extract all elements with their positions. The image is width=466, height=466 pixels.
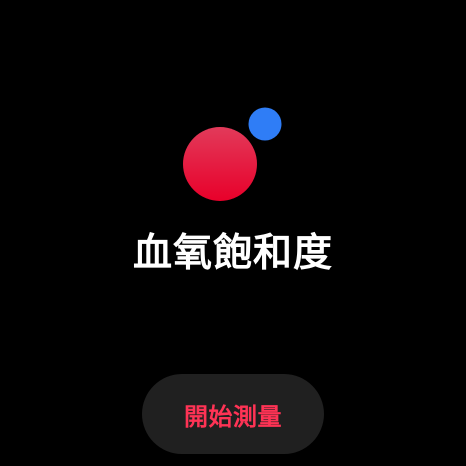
- blood-oxygen-icon: [178, 104, 288, 204]
- page-title: 血氧飽和度: [132, 231, 333, 276]
- watch-screen: 血氧飽和度 開始測量: [0, 0, 466, 466]
- start-measure-label: 開始測量: [184, 402, 282, 431]
- start-measure-button[interactable]: 開始測量: [142, 374, 324, 454]
- small-blue-dot: [248, 107, 282, 141]
- large-red-dot: [183, 127, 257, 201]
